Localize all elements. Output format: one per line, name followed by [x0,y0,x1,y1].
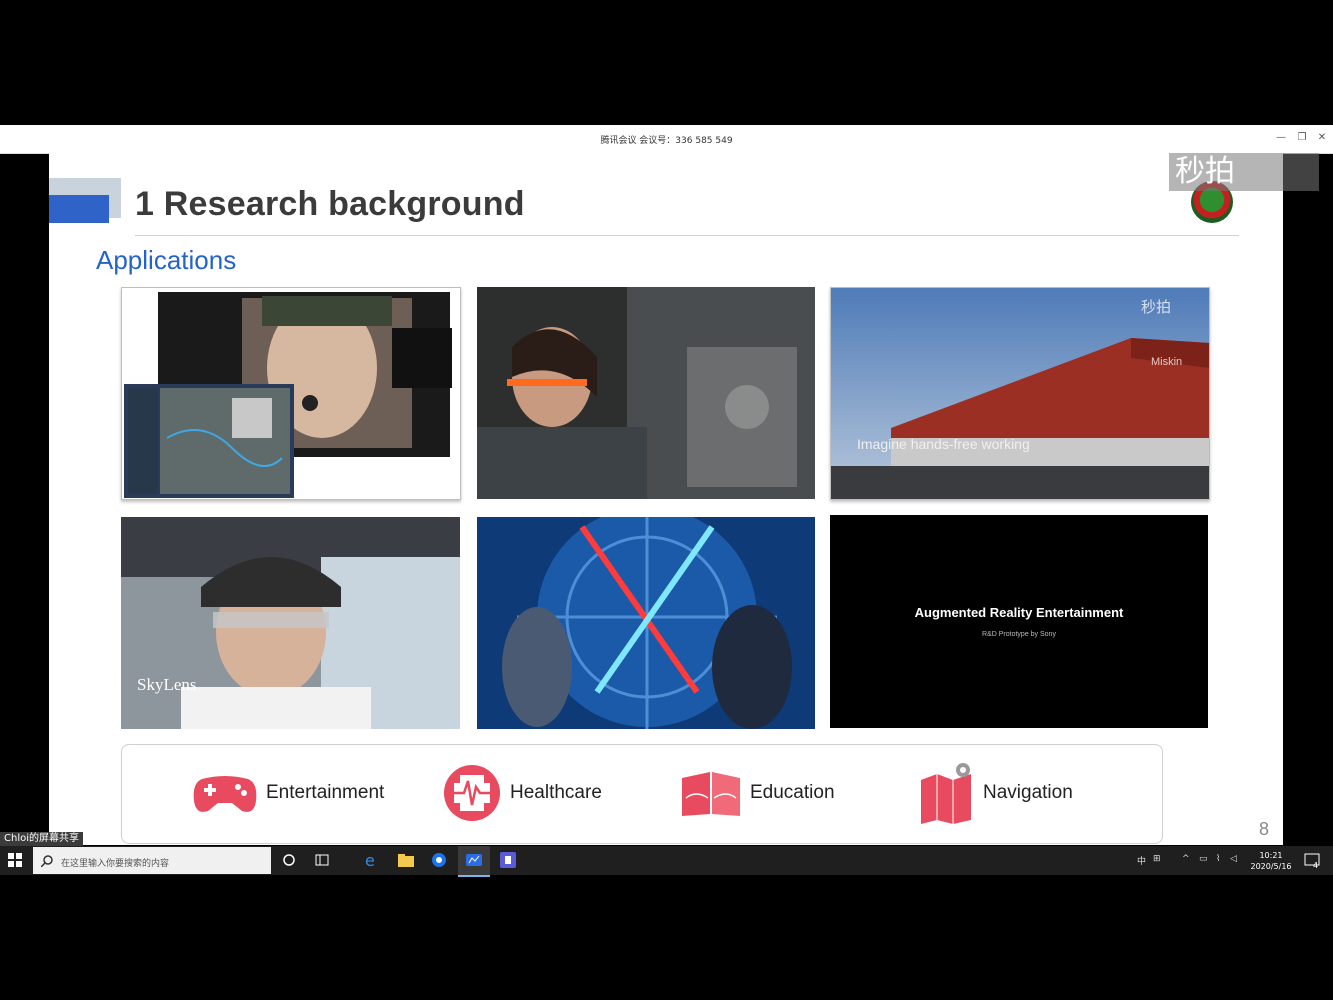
meeting-title: 腾讯会议 会议号：336 585 549 [600,136,733,146]
taskbar: 在这里输入你要搜索的内容 e 中 ⊞ ^ ▭ ⌇ ◁ 10:21 2020/5/… [0,846,1333,877]
screen-share-label: Chloi的屏幕共享 [0,832,83,846]
gamepad-icon [193,776,257,812]
tile-warehouse-video: 秒拍 Miskin Imagine hands-free working [830,287,1210,500]
shared-slide: 1 Research background Applications 秒拍 秒拍… [49,153,1319,845]
video-subtitle: R&D Prototype by Sony [982,631,1056,638]
tencent-meeting-icon [466,854,482,866]
meeting-titlebar: 腾讯会议 会议号：336 585 549 — ❐ ✕ [0,125,1333,154]
edge-browser-icon[interactable]: e [363,851,381,869]
video-title: Augmented Reality Entertainment [914,605,1124,620]
svg-text:e: e [365,851,375,869]
network-icon[interactable]: ⌇ [1216,854,1220,864]
skylens-caption: SkyLens [137,675,197,694]
slide-title: 1 Research background [135,185,525,223]
ime-mode-icon[interactable]: ⊞ [1153,854,1161,864]
cortana-icon[interactable] [280,851,298,869]
category-education: Education [680,767,835,819]
building-sign: Miskin [1151,356,1183,368]
clock-time: 10:21 [1259,851,1283,860]
category-label: Navigation [983,782,1073,803]
taskbar-search-box[interactable]: 在这里输入你要搜索的内容 [33,847,271,874]
application-categories: Entertainment Healthcare Education Navig… [121,744,1163,844]
search-placeholder: 在这里输入你要搜索的内容 [61,859,170,869]
battery-icon[interactable]: ▭ [1199,854,1208,864]
tile-industrial-worker [477,287,815,499]
category-label: Healthcare [510,782,602,803]
video-caption: Imagine hands-free working [857,436,1030,452]
windows-start-icon[interactable] [8,853,22,867]
chevron-up-icon[interactable]: ^ [1182,854,1190,864]
watermark-text: 秒拍 [1141,299,1172,316]
tile-sony-ar-video: Augmented Reality Entertainment R&D Prot… [830,515,1208,728]
category-entertainment: Entertainment [192,767,384,819]
taskbar-clock[interactable]: 10:21 2020/5/16 [1247,850,1295,872]
app-icon-c[interactable] [430,851,448,869]
map-pin-icon [921,763,971,824]
task-view-icon[interactable] [313,851,331,869]
ime-indicator[interactable]: 中 [1137,854,1146,867]
title-divider [135,235,1239,236]
category-label: Entertainment [266,782,385,803]
clock-date: 2020/5/16 [1250,862,1292,871]
search-icon [41,855,53,867]
tile-military-hmd [121,287,461,500]
close-icon[interactable]: ✕ [1315,131,1329,145]
section-title: Applications [96,245,237,275]
medical-cross-icon [444,765,500,821]
tile-ar-lightsaber [477,517,815,729]
notification-count: 4 [1313,861,1318,869]
file-explorer-icon[interactable] [397,851,415,869]
notification-icon[interactable]: 4 [1303,851,1321,869]
restore-icon[interactable]: ❐ [1295,131,1309,145]
category-healthcare: Healthcare [442,765,602,821]
page-number: 8 [1259,819,1270,839]
open-book-icon [682,772,740,816]
title-decoration-accent [49,195,109,223]
volume-icon[interactable]: ◁ [1230,854,1237,864]
category-label: Education [750,782,835,803]
category-navigation: Navigation [919,763,1073,824]
minimize-icon[interactable]: — [1274,131,1288,145]
tile-pilot-skylens: SkyLens [121,517,460,729]
app-icon-purple[interactable] [499,851,517,869]
video-watermark: 秒拍 [1169,153,1319,191]
